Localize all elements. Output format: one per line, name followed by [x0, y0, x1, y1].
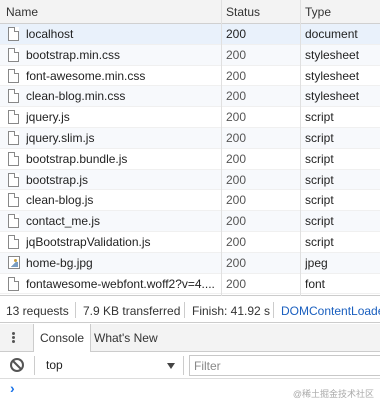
request-status: 200 [226, 276, 247, 291]
request-status: 200 [226, 172, 247, 187]
console-toolbar: top [0, 352, 380, 379]
request-type: script [305, 110, 334, 125]
network-request-list: localhost 200 document bootstrap.min.css 200… [0, 24, 380, 295]
table-row[interactable]: jqBootstrapValidation.js 200 script [0, 232, 380, 253]
table-row[interactable]: bootstrap.js 200 script [0, 169, 380, 191]
request-status: 200 [226, 234, 247, 249]
file-icon [8, 130, 19, 145]
column-header-name[interactable]: Name [6, 5, 38, 19]
network-summary-bar: 13 requests 7.9 KB transferred Finish: 4… [0, 297, 380, 323]
request-type: script [305, 172, 334, 187]
column-header-type[interactable]: Type [305, 5, 331, 19]
request-name: jqBootstrapValidation.js [26, 234, 151, 249]
file-icon [8, 27, 19, 41]
file-icon [8, 47, 19, 62]
network-panel: Name Status Type localhost 200 document boo… [0, 0, 380, 296]
request-type: stylesheet [305, 89, 360, 104]
table-row[interactable]: jquery.js 200 script [0, 107, 380, 128]
request-status: 200 [226, 68, 247, 83]
request-type: script [305, 234, 334, 249]
finish-time: Finish: 41.92 s [192, 304, 271, 318]
request-status: 200 [226, 110, 247, 125]
summary-divider [75, 302, 76, 318]
request-name: font-awesome.min.css [26, 68, 146, 83]
request-name: bootstrap.js [26, 172, 89, 187]
request-name: home-bg.jpg [26, 255, 93, 270]
table-row[interactable]: jquery.slim.js 200 script [0, 127, 380, 149]
watermark: @稀土掘金技术社区 [292, 389, 374, 399]
file-icon [8, 89, 19, 104]
file-icon [8, 68, 19, 83]
request-status: 200 [226, 193, 247, 208]
request-name: localhost [26, 27, 74, 41]
column-divider[interactable] [221, 0, 222, 296]
context-selector[interactable]: top [46, 358, 63, 372]
request-status: 200 [226, 130, 247, 145]
transferred-size: 7.9 KB transferred [83, 304, 181, 318]
request-name: bootstrap.min.css [26, 47, 121, 62]
table-row[interactable]: clean-blog.min.css 200 stylesheet [0, 86, 380, 108]
console-filter-input[interactable] [189, 355, 380, 376]
table-row[interactable]: clean-blog.js 200 script [0, 190, 380, 212]
table-row[interactable]: bootstrap.bundle.js 200 script [0, 149, 380, 170]
request-type: script [305, 214, 334, 229]
console-prompt-icon: › [10, 380, 15, 396]
console-output[interactable]: › @稀土掘金技术社区 [0, 380, 380, 400]
drawer-tab-bar: Console What's New [0, 324, 380, 353]
table-row[interactable]: home-bg.jpg 200 jpeg [0, 252, 380, 274]
request-name: fontawesome-webfont.woff2?v=4.... [26, 276, 215, 291]
request-type: document [305, 27, 358, 41]
file-icon [8, 234, 19, 249]
request-name: clean-blog.js [26, 193, 94, 208]
column-header-status[interactable]: Status [226, 5, 260, 19]
file-icon [8, 214, 19, 229]
file-icon [8, 110, 19, 125]
tab-console[interactable]: Console [33, 324, 92, 353]
summary-divider [184, 302, 185, 318]
request-name: jquery.js [26, 110, 70, 125]
image-icon [8, 255, 20, 269]
summary-divider [273, 302, 274, 318]
table-row[interactable]: fontawesome-webfont.woff2?v=4.... 200 font [0, 274, 380, 295]
more-options-icon[interactable] [6, 331, 20, 345]
toolbar-divider [183, 356, 184, 375]
request-name: jquery.slim.js [26, 130, 95, 145]
request-type: script [305, 151, 334, 166]
table-row[interactable]: font-awesome.min.css 200 stylesheet [0, 66, 380, 87]
request-name: clean-blog.min.css [26, 89, 126, 104]
request-name: bootstrap.bundle.js [26, 151, 128, 166]
request-type: stylesheet [305, 68, 360, 83]
request-name: contact_me.js [26, 214, 101, 229]
request-type: jpeg [305, 255, 328, 270]
request-status: 200 [226, 47, 247, 62]
request-type: script [305, 130, 334, 145]
request-status: 200 [226, 27, 247, 41]
file-icon [8, 151, 19, 166]
clear-console-icon[interactable] [10, 358, 24, 372]
column-divider[interactable] [300, 0, 301, 296]
request-status: 200 [226, 151, 247, 166]
dropdown-arrow-icon[interactable] [167, 363, 175, 369]
request-type: stylesheet [305, 47, 360, 62]
request-type: font [305, 276, 326, 291]
toolbar-divider [34, 356, 35, 375]
tab-whats-new[interactable]: What's New [88, 324, 164, 352]
file-icon [8, 193, 19, 208]
request-status: 200 [226, 214, 247, 229]
file-icon [8, 276, 19, 291]
table-row[interactable]: bootstrap.min.css 200 stylesheet [0, 44, 380, 66]
table-row[interactable]: localhost 200 document [0, 24, 380, 45]
request-count: 13 requests [6, 304, 69, 318]
request-status: 200 [226, 89, 247, 104]
dom-content-loaded: DOMContentLoade [281, 304, 380, 318]
request-type: script [305, 193, 334, 208]
file-icon [8, 172, 19, 187]
request-status: 200 [226, 255, 247, 270]
network-table-header: Name Status Type [0, 0, 380, 24]
table-row[interactable]: contact_me.js 200 script [0, 211, 380, 232]
